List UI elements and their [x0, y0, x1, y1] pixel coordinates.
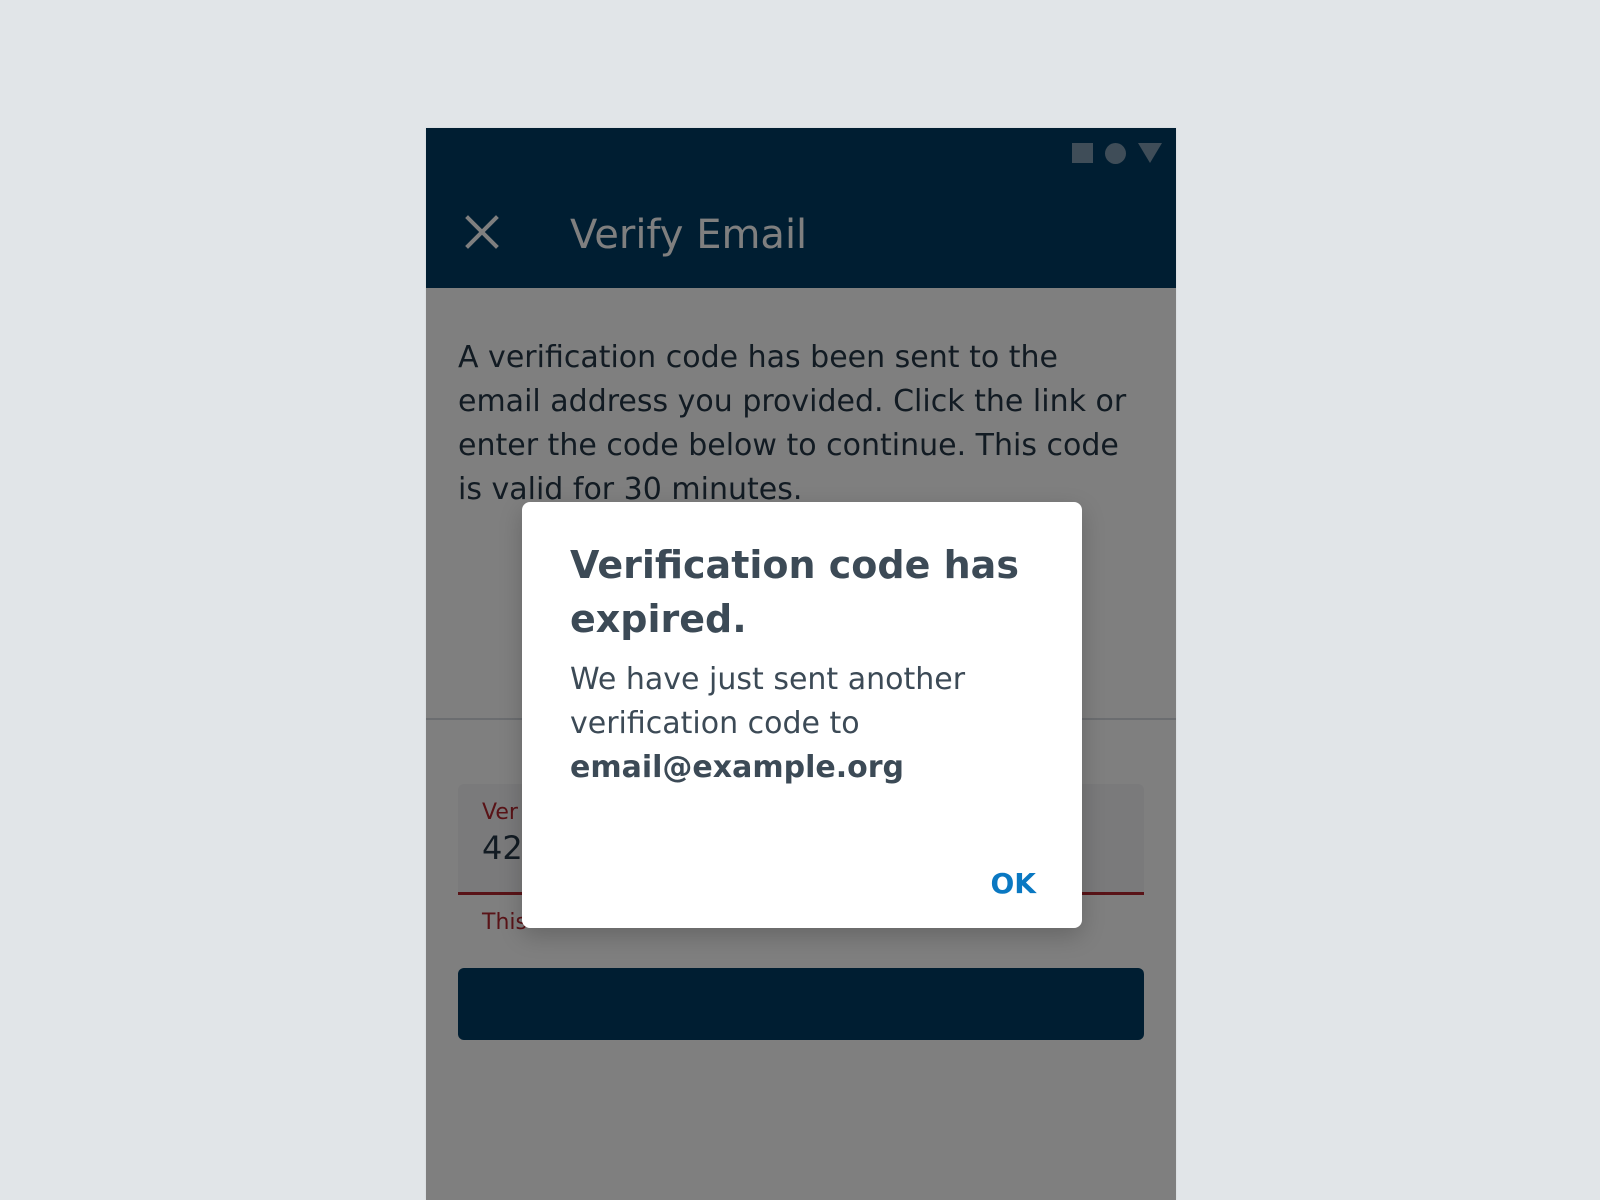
ok-button[interactable]: OK — [991, 866, 1037, 902]
dialog-title: Verification code has expired. — [570, 543, 1019, 641]
dialog-email: email@example.org — [570, 750, 904, 785]
dialog-body: We have just sent another verification c… — [570, 658, 1040, 790]
dialog-body-text: We have just sent another verification c… — [570, 662, 966, 741]
expired-code-dialog: Verification code has expired. We have j… — [522, 502, 1082, 928]
